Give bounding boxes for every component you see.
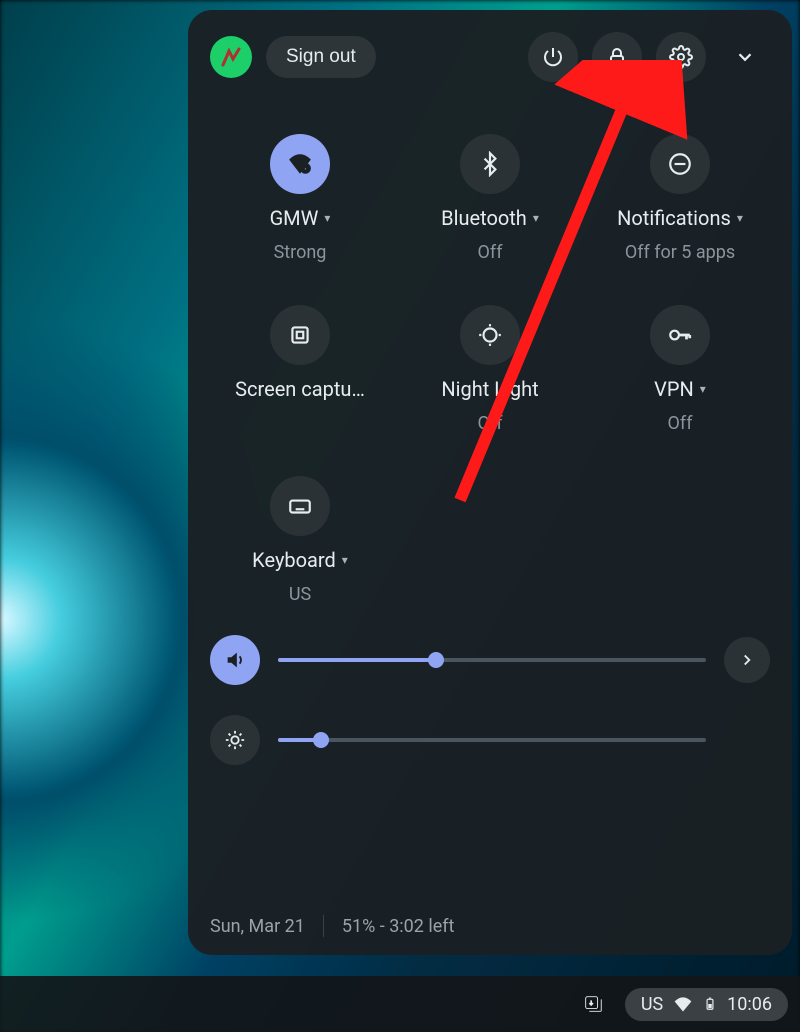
footer-date: Sun, Mar 21 bbox=[210, 916, 305, 937]
keyboard-label: Keyboard▾ bbox=[252, 548, 348, 572]
status-tray[interactable]: US 10:06 bbox=[625, 988, 788, 1021]
keyboard-status: US bbox=[289, 584, 311, 605]
panel-header: Sign out bbox=[210, 32, 770, 82]
lock-button[interactable] bbox=[592, 32, 642, 82]
sign-out-button[interactable]: Sign out bbox=[266, 36, 376, 78]
collapse-button[interactable] bbox=[720, 32, 770, 82]
overview-button[interactable] bbox=[573, 984, 613, 1024]
notifications-status: Off for 5 apps bbox=[625, 242, 735, 263]
night-light-status: Off bbox=[478, 413, 503, 434]
clock: 10:06 bbox=[727, 994, 772, 1015]
vpn-key-icon bbox=[650, 305, 710, 365]
keyboard-icon bbox=[270, 476, 330, 536]
vpn-tile[interactable]: VPN▾ Off bbox=[590, 305, 770, 434]
panel-footer: Sun, Mar 21 51% - 3:02 left bbox=[210, 915, 770, 937]
brightness-icon[interactable] bbox=[210, 715, 260, 765]
vpn-label: VPN▾ bbox=[654, 377, 706, 401]
bluetooth-label: Bluetooth▾ bbox=[441, 206, 539, 230]
volume-row bbox=[210, 635, 770, 685]
wifi-status: Strong bbox=[274, 242, 327, 263]
battery-tray-icon bbox=[703, 994, 717, 1014]
brightness-slider[interactable] bbox=[278, 738, 706, 742]
audio-settings-button[interactable] bbox=[724, 637, 770, 683]
brightness-row bbox=[210, 715, 770, 765]
ime-indicator: US bbox=[641, 994, 663, 1015]
quick-settings-panel: Sign out GMW▾ Strong Bluetooth▾ O bbox=[188, 10, 792, 955]
dnd-icon bbox=[650, 134, 710, 194]
footer-battery: 51% - 3:02 left bbox=[342, 916, 455, 937]
bluetooth-icon bbox=[460, 134, 520, 194]
wifi-label: GMW▾ bbox=[270, 206, 331, 230]
night-light-tile[interactable]: Night Light Off bbox=[400, 305, 580, 434]
volume-icon[interactable] bbox=[210, 635, 260, 685]
settings-button[interactable] bbox=[656, 32, 706, 82]
user-avatar[interactable] bbox=[210, 36, 252, 78]
bluetooth-status: Off bbox=[478, 242, 503, 263]
night-light-label: Night Light bbox=[441, 377, 538, 401]
screen-capture-icon bbox=[270, 305, 330, 365]
volume-slider[interactable] bbox=[278, 658, 706, 662]
bluetooth-tile[interactable]: Bluetooth▾ Off bbox=[400, 134, 580, 263]
wifi-tray-icon bbox=[673, 994, 693, 1014]
taskbar: US 10:06 bbox=[0, 976, 800, 1032]
sliders-section bbox=[210, 635, 770, 765]
power-button[interactable] bbox=[528, 32, 578, 82]
vpn-status: Off bbox=[668, 413, 693, 434]
footer-divider bbox=[323, 915, 324, 937]
night-light-icon bbox=[460, 305, 520, 365]
quick-tiles-grid: GMW▾ Strong Bluetooth▾ Off Notifications… bbox=[210, 134, 770, 605]
keyboard-tile[interactable]: Keyboard▾ US bbox=[210, 476, 390, 605]
wifi-tile[interactable]: GMW▾ Strong bbox=[210, 134, 390, 263]
screen-capture-label: Screen captu… bbox=[235, 377, 365, 401]
notifications-label: Notifications▾ bbox=[617, 206, 743, 230]
screen-capture-tile[interactable]: Screen captu… bbox=[210, 305, 390, 434]
wifi-icon bbox=[270, 134, 330, 194]
notifications-tile[interactable]: Notifications▾ Off for 5 apps bbox=[590, 134, 770, 263]
